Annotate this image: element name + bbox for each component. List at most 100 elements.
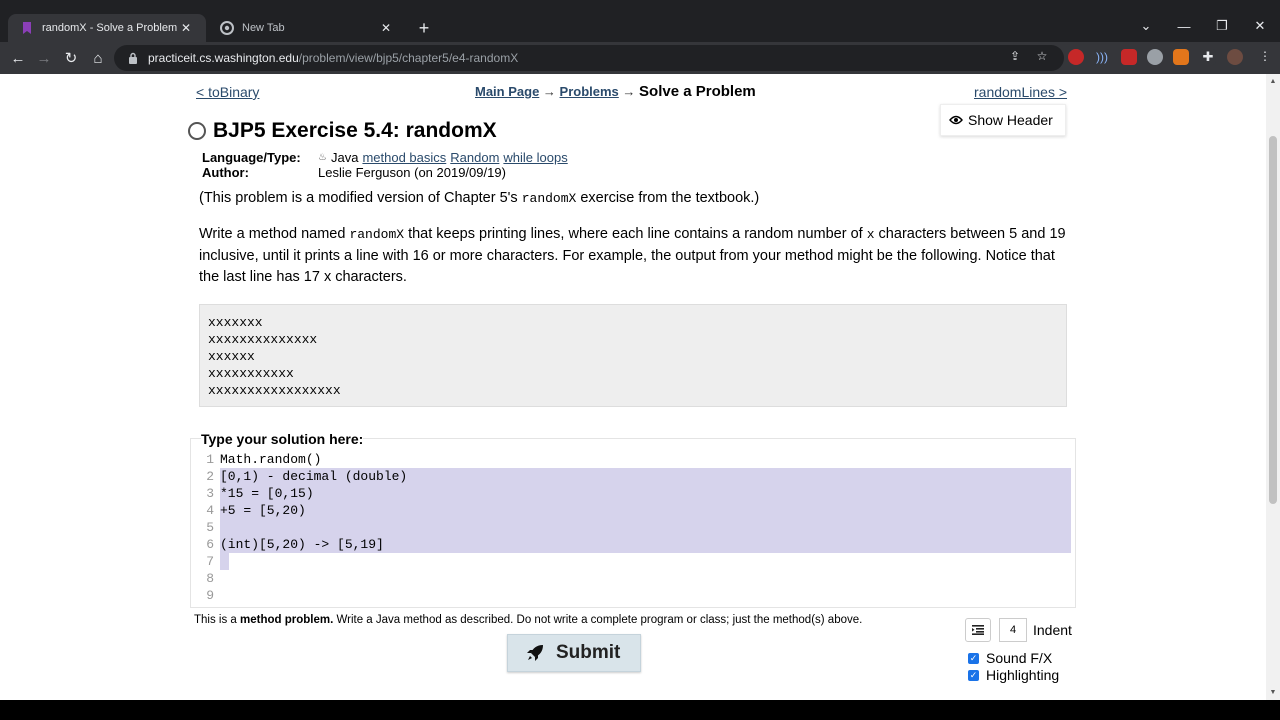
maximize-icon[interactable]: ❐ xyxy=(1210,14,1234,38)
tab-new-tab[interactable]: New Tab ✕ xyxy=(208,14,406,42)
author-value: Leslie Ferguson (on 2019/09/19) xyxy=(318,165,506,180)
line-number: 3 xyxy=(206,486,214,501)
code-text: [0,1) - decimal (double) xyxy=(220,469,408,484)
bookmark-star-icon[interactable]: ☆ xyxy=(1033,47,1051,65)
extensions-puzzle-icon[interactable]: ✚ xyxy=(1200,49,1216,65)
code-text: +5 = [5,20) xyxy=(220,503,306,518)
scroll-up-icon[interactable]: ▲ xyxy=(1269,77,1277,85)
tab-title: randomX - Solve a Problem - Pra xyxy=(42,22,178,34)
next-problem-link[interactable]: randomLines > xyxy=(974,84,1067,100)
extension-audio-icon[interactable]: ))) xyxy=(1094,49,1110,65)
intro-paragraph: (This problem is a modified version of C… xyxy=(199,190,760,206)
profile-avatar[interactable] xyxy=(1227,49,1243,65)
java-icon: ♨ xyxy=(318,152,327,163)
tag-random[interactable]: Random xyxy=(450,150,499,165)
code-line[interactable]: 7 xyxy=(196,553,1072,570)
sample-line: xxxxxxx xyxy=(208,315,263,330)
sample-line: xxxxxxxxxxx xyxy=(208,366,294,381)
close-tab-icon[interactable]: ✕ xyxy=(378,20,394,36)
crumb-main-page[interactable]: Main Page xyxy=(475,84,539,99)
code-line[interactable]: 3 *15 = [0,15) xyxy=(196,485,1072,502)
problem-title-row: BJP5 Exercise 5.4: randomX xyxy=(188,119,497,143)
sound-fx-checkbox[interactable]: ✓ xyxy=(968,652,979,664)
language-label: Language/Type: xyxy=(202,150,301,165)
code-editor[interactable]: 1 Math.random() 2 [0,1) - decimal (doubl… xyxy=(196,451,1072,603)
code-line[interactable]: 2 [0,1) - decimal (double) xyxy=(196,468,1072,485)
close-window-icon[interactable]: ✕ xyxy=(1248,14,1272,38)
reload-icon[interactable]: ↻ xyxy=(59,46,83,70)
code-text: *15 = [0,15) xyxy=(220,486,314,501)
indent-icon[interactable] xyxy=(965,618,991,642)
crumb-problems[interactable]: Problems xyxy=(560,84,619,99)
close-tab-icon[interactable]: ✕ xyxy=(178,20,194,36)
lock-icon[interactable] xyxy=(126,51,140,65)
share-icon[interactable]: ⇪ xyxy=(1006,47,1024,65)
highlighting-label: Highlighting xyxy=(986,667,1060,683)
sample-line: xxxxxxxxxxxxxxxxx xyxy=(208,383,341,398)
extension-lastpass-icon[interactable] xyxy=(1121,49,1137,65)
line-number: 9 xyxy=(206,588,214,603)
scroll-down-icon[interactable]: ▼ xyxy=(1269,688,1277,696)
language-value: Java xyxy=(330,150,359,165)
line-number: 5 xyxy=(206,520,214,535)
show-header-button[interactable]: Show Header xyxy=(940,104,1066,136)
author-label: Author: xyxy=(202,165,249,180)
page-scrollbar[interactable]: ▲ ▼ xyxy=(1266,74,1280,700)
practiceit-favicon-icon xyxy=(20,21,34,35)
show-header-label: Show Header xyxy=(968,112,1053,128)
code-line[interactable]: 5 xyxy=(196,519,1072,536)
tag-while-loops[interactable]: while loops xyxy=(503,150,567,165)
line-number: 8 xyxy=(206,571,214,586)
sample-output: xxxxxxx xxxxxxxxxxxxxx xxxxxx xxxxxxxxxx… xyxy=(199,304,1067,407)
crumb-arrow: → xyxy=(622,84,636,99)
solution-label: Type your solution here: xyxy=(201,431,364,447)
submit-label: Submit xyxy=(556,642,621,663)
extension-red-icon[interactable] xyxy=(1068,49,1084,65)
sample-line: xxxxxx xyxy=(208,349,255,364)
code-line[interactable]: 9 xyxy=(196,587,1072,604)
scroll-thumb[interactable] xyxy=(1269,136,1277,504)
description-paragraph: Write a method named randomX that keeps … xyxy=(199,226,1066,285)
code-line[interactable]: 4 +5 = [5,20) xyxy=(196,502,1072,519)
tab-active[interactable]: randomX - Solve a Problem - Pra ✕ xyxy=(8,14,206,42)
minimize-icon[interactable]: — xyxy=(1172,14,1196,38)
code-line[interactable]: 1 Math.random() xyxy=(196,451,1072,468)
browser-toolbar: ← → ↻ ⌂ practiceit.cs.washington.edu /pr… xyxy=(0,42,1280,74)
line-number: 7 xyxy=(206,554,214,569)
method-problem-note: This is a method problem. Write a Java m… xyxy=(194,614,863,626)
highlighting-checkbox[interactable]: ✓ xyxy=(968,669,979,681)
tab-title: New Tab xyxy=(242,22,285,34)
menu-kebab-icon[interactable]: ⋮ xyxy=(1256,47,1274,65)
url-host: practiceit.cs.washington.edu xyxy=(148,51,299,65)
code-text: Math.random() xyxy=(220,452,322,467)
code-line[interactable]: 8 xyxy=(196,570,1072,587)
address-bar[interactable]: practiceit.cs.washington.edu /problem/vi… xyxy=(114,45,1064,71)
line-number: 1 xyxy=(206,452,214,467)
sample-line: xxxxxxxxxxxxxx xyxy=(208,332,318,347)
back-icon[interactable]: ← xyxy=(6,46,30,70)
submit-button[interactable]: Submit xyxy=(507,634,641,672)
breadcrumb: Main Page → Problems → Solve a Problem xyxy=(475,83,756,100)
bottom-edge xyxy=(0,700,1280,720)
extension-gray-icon[interactable] xyxy=(1147,49,1163,65)
problem-meta: Language/Type: ♨ Java method basics Rand… xyxy=(202,150,568,180)
eye-icon xyxy=(949,115,963,125)
line-number: 2 xyxy=(206,469,214,484)
code-line[interactable]: 6 (int)[5,20) -> [5,19] xyxy=(196,536,1072,553)
new-tab-icon[interactable]: + xyxy=(414,18,434,38)
rocket-icon xyxy=(526,644,544,662)
tab-search-icon[interactable]: ⌄ xyxy=(1134,14,1158,38)
crumb-current: Solve a Problem xyxy=(639,83,756,100)
forward-icon[interactable]: → xyxy=(32,46,56,70)
tag-method-basics[interactable]: method basics xyxy=(362,150,446,165)
sound-fx-toggle[interactable]: ✓ Sound F/X xyxy=(968,650,1052,666)
indent-size-input[interactable]: 4 xyxy=(999,618,1027,642)
highlighting-toggle[interactable]: ✓ Highlighting xyxy=(968,667,1059,683)
page-title: BJP5 Exercise 5.4: randomX xyxy=(213,119,497,142)
extension-metamask-icon[interactable] xyxy=(1173,49,1189,65)
code-text: (int)[5,20) -> [5,19] xyxy=(220,537,384,552)
indent-label: Indent xyxy=(1033,622,1072,638)
home-icon[interactable]: ⌂ xyxy=(86,46,110,70)
indent-control: 4 Indent xyxy=(965,618,1072,642)
prev-problem-link[interactable]: < toBinary xyxy=(196,84,259,100)
